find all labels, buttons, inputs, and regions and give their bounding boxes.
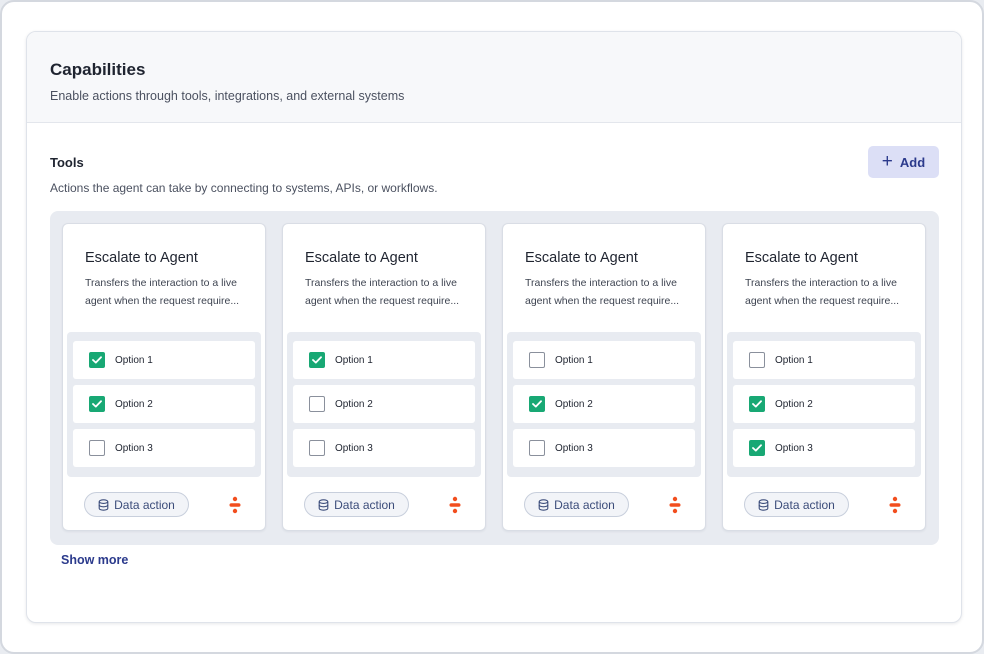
option-row[interactable]: Option 2 [293,385,475,423]
tool-card[interactable]: Escalate to Agent Transfers the interacti… [62,223,266,531]
page-title: Capabilities [50,60,146,79]
option-row[interactable]: Option 1 [73,341,255,379]
show-more-link[interactable]: Show more [61,553,128,567]
option-row[interactable]: Option 3 [513,429,695,467]
option-label: Option 2 [555,398,593,410]
option-label: Option 3 [775,442,813,454]
plus-icon: + [881,150,893,172]
window-frame: Capabilities Enable actions through tool… [0,0,984,654]
option-label: Option 1 [335,354,373,366]
option-row[interactable]: Option 1 [293,341,475,379]
brand-logo-icon [889,496,901,514]
option-row[interactable]: Option 1 [733,341,915,379]
option-label: Option 1 [555,354,593,366]
chip-label: Data action [774,497,835,512]
add-tool-button[interactable]: + Add [868,146,939,178]
option-row[interactable]: Option 2 [513,385,695,423]
tools-card-grid: Escalate to Agent Transfers the interacti… [50,211,939,545]
card-title: Escalate to Agent [525,250,638,266]
card-title: Escalate to Agent [745,250,858,266]
option-checkbox[interactable] [529,396,545,412]
option-checkbox[interactable] [89,352,105,368]
checkmark-icon [752,444,762,452]
brand-logo-icon [669,496,681,514]
tool-card[interactable]: Escalate to Agent Transfers the interacti… [502,223,706,531]
data-action-chip[interactable]: Data action [304,492,409,517]
card-description: Transfers the interaction to a live agen… [525,277,680,307]
database-icon [98,498,109,511]
option-row[interactable]: Option 2 [733,385,915,423]
option-checkbox[interactable] [529,440,545,456]
database-icon [538,498,549,511]
chip-label: Data action [554,497,615,512]
option-label: Option 3 [335,442,373,454]
options-list: Option 1 Option 2 Option 3 [67,332,261,477]
checkmark-icon [92,400,102,408]
option-checkbox[interactable] [749,352,765,368]
option-label: Option 3 [115,442,153,454]
options-list: Option 1 Option 2 Option 3 [507,332,701,477]
options-list: Option 1 Option 2 Option 3 [287,332,481,477]
option-label: Option 1 [115,354,153,366]
tools-section-title: Tools [50,155,84,170]
tool-card[interactable]: Escalate to Agent Transfers the interacti… [722,223,926,531]
checkmark-icon [92,356,102,364]
checkmark-icon [752,400,762,408]
option-checkbox[interactable] [89,396,105,412]
tools-section-description: Actions the agent can take by connecting… [50,181,438,195]
card-description: Transfers the interaction to a live agen… [85,277,240,307]
option-checkbox[interactable] [749,396,765,412]
card-description: Transfers the interaction to a live agen… [745,277,900,307]
option-checkbox[interactable] [89,440,105,456]
card-description: Transfers the interaction to a live agen… [305,277,460,307]
database-icon [758,498,769,511]
database-icon [318,498,329,511]
option-row[interactable]: Option 3 [73,429,255,467]
options-list: Option 1 Option 2 Option 3 [727,332,921,477]
page-subtitle: Enable actions through tools, integratio… [50,89,405,103]
option-checkbox[interactable] [749,440,765,456]
option-label: Option 2 [115,398,153,410]
data-action-chip[interactable]: Data action [84,492,189,517]
chip-label: Data action [334,497,395,512]
option-label: Option 2 [335,398,373,410]
brand-logo-icon [229,496,241,514]
option-checkbox[interactable] [309,440,325,456]
card-title: Escalate to Agent [305,250,418,266]
data-action-chip[interactable]: Data action [744,492,849,517]
chip-label: Data action [114,497,175,512]
add-button-label: Add [899,154,926,170]
option-row[interactable]: Option 3 [733,429,915,467]
option-checkbox[interactable] [529,352,545,368]
option-label: Option 3 [555,442,593,454]
option-label: Option 2 [775,398,813,410]
checkmark-icon [312,356,322,364]
panel-header: Capabilities Enable actions through tool… [27,32,961,123]
option-row[interactable]: Option 3 [293,429,475,467]
brand-logo-icon [449,496,461,514]
option-label: Option 1 [775,354,813,366]
tool-card[interactable]: Escalate to Agent Transfers the interacti… [282,223,486,531]
card-title: Escalate to Agent [85,250,198,266]
option-checkbox[interactable] [309,352,325,368]
option-row[interactable]: Option 2 [73,385,255,423]
data-action-chip[interactable]: Data action [524,492,629,517]
checkmark-icon [532,400,542,408]
option-checkbox[interactable] [309,396,325,412]
option-row[interactable]: Option 1 [513,341,695,379]
capabilities-panel: Capabilities Enable actions through tool… [26,31,962,623]
